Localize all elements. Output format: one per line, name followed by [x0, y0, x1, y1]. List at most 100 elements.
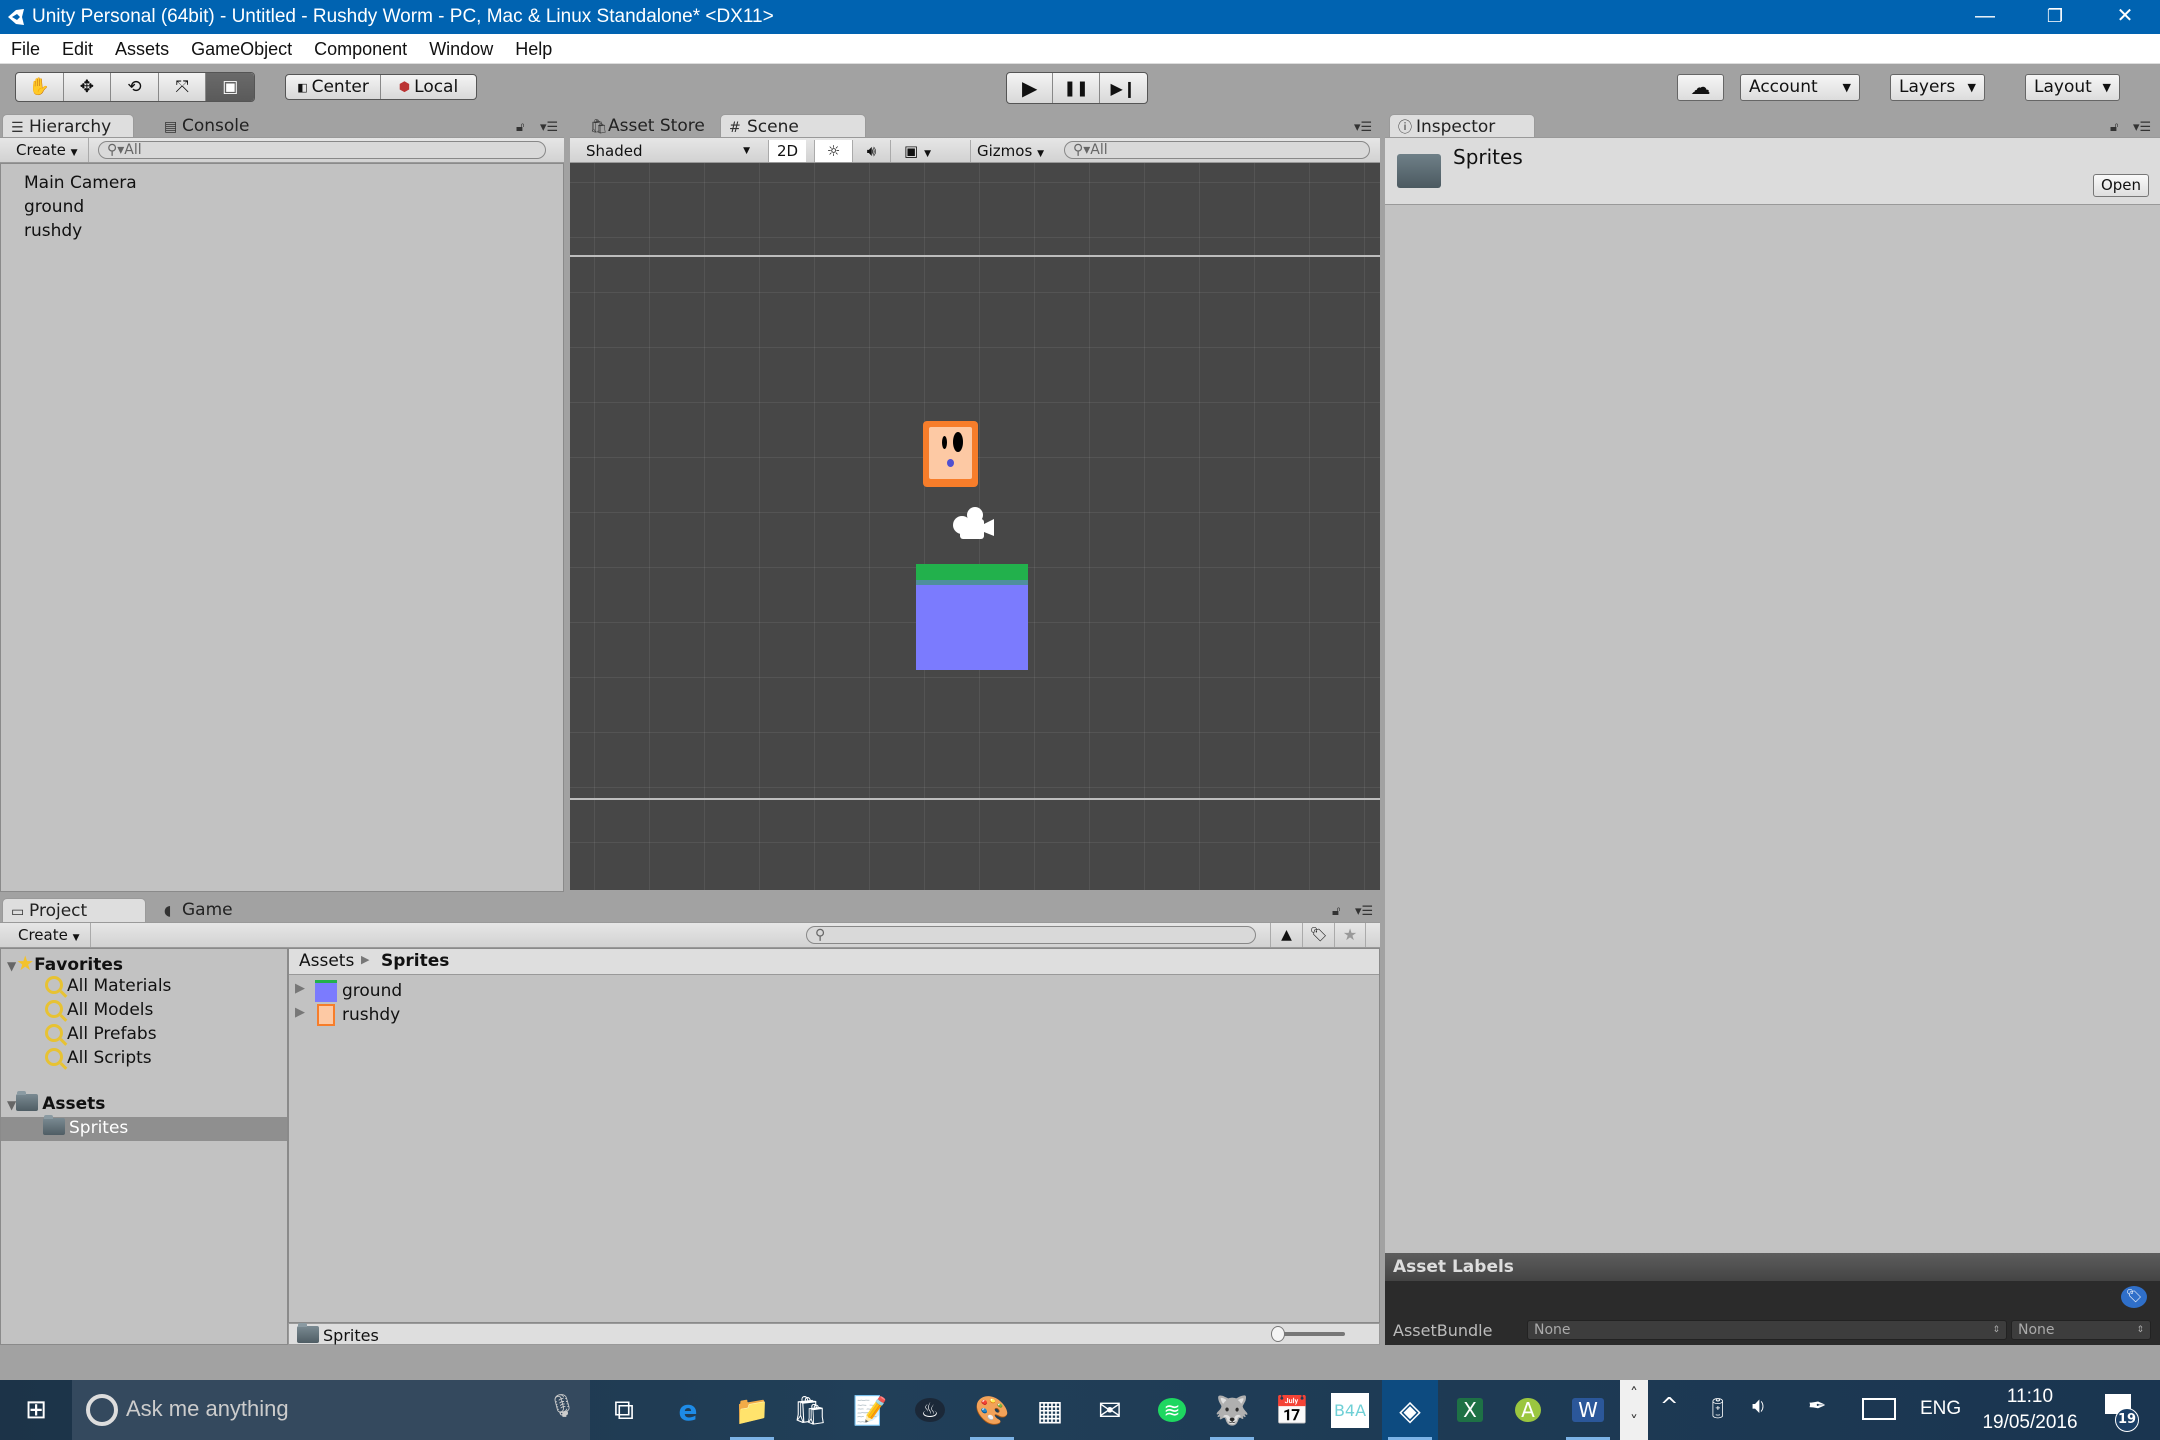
tab-scene[interactable]: # Scene: [720, 114, 866, 138]
assetbundle-variant-dropdown[interactable]: None ⇕: [2011, 1320, 2151, 1340]
taskbar-app-steam[interactable]: ♨: [902, 1380, 958, 1440]
volume-icon[interactable]: 🔉︎: [1752, 1394, 1766, 1419]
show-hidden-icons-button[interactable]: ^: [1660, 1394, 1678, 1419]
assets-node[interactable]: ▼ Assets: [7, 1091, 105, 1114]
taskbar-app-edge[interactable]: e: [660, 1380, 716, 1440]
scene-viewport[interactable]: [570, 163, 1380, 890]
menu-assets[interactable]: Assets: [104, 34, 180, 64]
tab-project[interactable]: ▭ Project: [2, 898, 146, 922]
taskbar-app-spotify[interactable]: ≋: [1144, 1380, 1200, 1440]
lock-icon[interactable]: 🔓︎: [1332, 904, 1340, 919]
favorite-all-materials[interactable]: All Materials: [45, 976, 171, 996]
panel-menu-icon[interactable]: ▾☰: [540, 120, 558, 135]
menu-help[interactable]: Help: [504, 34, 563, 64]
hierarchy-create-button[interactable]: Create ▼: [0, 138, 89, 162]
minimize-button[interactable]: —: [1950, 0, 2020, 34]
filter-by-label-button[interactable]: 🏷︎: [1302, 923, 1334, 947]
open-button[interactable]: Open: [2093, 174, 2149, 197]
hierarchy-item-rushdy[interactable]: rushdy: [24, 221, 82, 241]
battery-icon[interactable]: 🔋︎: [1705, 1396, 1730, 1420]
restore-button[interactable]: ❐: [2020, 0, 2090, 34]
menu-window[interactable]: Window: [418, 34, 504, 64]
menu-edit[interactable]: Edit: [51, 34, 104, 64]
save-search-button[interactable]: ★: [1334, 923, 1366, 947]
menu-file[interactable]: File: [0, 34, 51, 64]
keyboard-icon[interactable]: [1862, 1398, 1896, 1420]
layers-dropdown[interactable]: Layers ▼: [1890, 74, 1985, 101]
taskbar-app-file-explorer[interactable]: 📁: [724, 1380, 780, 1440]
favorites-node[interactable]: ▼★Favorites: [7, 951, 123, 975]
assetbundle-dropdown[interactable]: None ⇕: [1527, 1320, 2007, 1340]
taskbar-app-unity[interactable]: ◈: [1382, 1380, 1438, 1440]
favorite-all-scripts[interactable]: All Scripts: [45, 1048, 152, 1068]
start-button[interactable]: ⊞: [8, 1380, 64, 1440]
effects-dropdown[interactable]: ▣ ▼: [890, 140, 944, 162]
lock-icon[interactable]: 🔓︎: [516, 120, 524, 135]
expand-arrow-icon[interactable]: ▶: [295, 981, 305, 996]
pen-icon[interactable]: ✒: [1808, 1394, 1826, 1419]
panel-menu-icon[interactable]: ▾☰: [1354, 120, 1372, 135]
language-indicator[interactable]: ENG: [1920, 1398, 1961, 1420]
expand-arrow-icon[interactable]: ▼: [7, 959, 16, 973]
step-button[interactable]: ▶❙: [1100, 73, 1147, 103]
taskbar-app-calendar[interactable]: 📅: [1264, 1380, 1320, 1440]
cortana-search[interactable]: Ask me anything 🎙︎: [72, 1380, 590, 1440]
taskbar-app-task-view[interactable]: ⧉: [596, 1380, 652, 1440]
slider-thumb[interactable]: [1271, 1326, 1285, 1342]
pause-button[interactable]: ❚❚: [1053, 73, 1100, 103]
tab-game[interactable]: ◖ Game: [156, 898, 266, 922]
hierarchy-search-input[interactable]: ⚲▾All: [98, 141, 546, 159]
ground-sprite[interactable]: [916, 564, 1028, 670]
rotate-tool-button[interactable]: ⟲: [111, 73, 159, 101]
tab-console[interactable]: ▤ Console: [156, 114, 266, 138]
gizmos-dropdown[interactable]: Gizmos ▼: [970, 140, 1050, 162]
scale-tool-button[interactable]: ⤧: [159, 73, 207, 101]
favorite-all-prefabs[interactable]: All Prefabs: [45, 1024, 157, 1044]
hand-tool-button[interactable]: ✋: [16, 73, 64, 101]
expand-arrow-icon[interactable]: ▶: [295, 1005, 305, 1020]
lock-icon[interactable]: 🔓︎: [2110, 120, 2118, 135]
menu-gameobject[interactable]: GameObject: [180, 34, 303, 64]
taskbar-app-store[interactable]: 🛍: [782, 1380, 838, 1440]
tab-hierarchy[interactable]: ☰ Hierarchy: [2, 114, 134, 138]
expand-arrow-icon[interactable]: ▼: [7, 1098, 16, 1112]
taskbar-app-word[interactable]: W: [1560, 1380, 1616, 1440]
taskbar-app-paint[interactable]: 🎨: [964, 1380, 1020, 1440]
hierarchy-item-main-camera[interactable]: Main Camera: [24, 173, 137, 193]
project-search-input[interactable]: ⚲: [806, 926, 1256, 944]
taskbar-app-b4a[interactable]: B4A: [1322, 1380, 1378, 1440]
project-create-button[interactable]: Create ▼: [8, 923, 91, 947]
taskbar-app-gimp[interactable]: 🐺: [1204, 1380, 1260, 1440]
folder-sprites-selected[interactable]: Sprites: [1, 1115, 287, 1141]
cloud-button[interactable]: ☁: [1677, 74, 1724, 101]
play-button[interactable]: ▶: [1007, 73, 1054, 103]
breadcrumb-assets[interactable]: Assets: [299, 951, 354, 971]
label-tag-icon[interactable]: 🏷︎: [2121, 1286, 2147, 1308]
tab-inspector[interactable]: ⓘ Inspector: [1389, 114, 1535, 138]
shading-dropdown[interactable]: Shaded ▼: [574, 140, 756, 162]
pivot-center-button[interactable]: ◧ Center: [286, 75, 381, 99]
menu-component[interactable]: Component: [303, 34, 418, 64]
close-button[interactable]: ✕: [2090, 0, 2160, 34]
layout-dropdown[interactable]: Layout ▼: [2025, 74, 2120, 101]
taskbar-app-excel[interactable]: X: [1442, 1380, 1498, 1440]
rect-tool-button[interactable]: ▣: [206, 73, 254, 101]
favorite-all-models[interactable]: All Models: [45, 1000, 153, 1020]
tab-asset-store[interactable]: 🛍︎Asset Store: [582, 114, 722, 138]
filter-by-type-button[interactable]: ▲: [1270, 923, 1302, 947]
panel-menu-icon[interactable]: ▾☰: [2133, 120, 2151, 135]
scene-search-input[interactable]: ⚲▾All: [1064, 141, 1370, 159]
panel-menu-icon[interactable]: ▾☰: [1355, 904, 1373, 919]
camera-gizmo-icon[interactable]: [950, 506, 996, 542]
lighting-toggle[interactable]: ☼: [814, 140, 852, 162]
taskbar-app-notepad[interactable]: 📝: [842, 1380, 898, 1440]
2d-toggle[interactable]: 2D: [768, 140, 806, 162]
taskbar-app-mail[interactable]: ✉: [1082, 1380, 1138, 1440]
taskbar-app-calculator[interactable]: ▦: [1022, 1380, 1078, 1440]
audio-toggle[interactable]: 🔊︎: [852, 140, 890, 162]
clock[interactable]: 11:10 19/05/2016: [1975, 1384, 2085, 1436]
move-tool-button[interactable]: ✥: [64, 73, 112, 101]
rushdy-sprite[interactable]: [923, 421, 978, 487]
hierarchy-item-ground[interactable]: ground: [24, 197, 84, 217]
breadcrumb-sprites[interactable]: Sprites: [381, 951, 449, 971]
